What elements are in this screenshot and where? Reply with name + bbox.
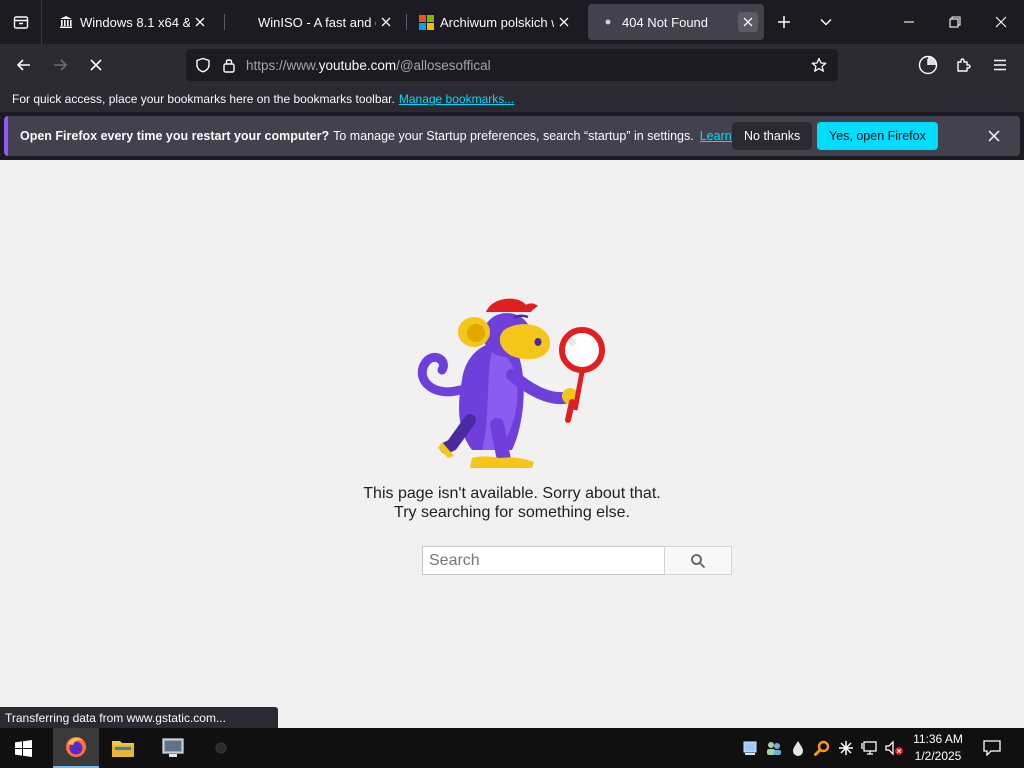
folder-icon — [112, 741, 134, 757]
lock-icon[interactable] — [220, 56, 238, 74]
back-button[interactable] — [8, 49, 40, 81]
notification-center-icon[interactable] — [982, 738, 1002, 758]
tab-title: WinISO - A fast and co — [258, 14, 376, 30]
restore-icon — [949, 16, 961, 28]
windows-logo-icon — [418, 14, 434, 30]
puzzle-icon — [957, 58, 971, 72]
firefox-icon — [66, 737, 86, 757]
tab-title: Windows 8.1 x64 & x86 — [80, 14, 190, 30]
network-icon[interactable] — [860, 738, 880, 758]
yes-open-firefox-button[interactable]: Yes, open Firefox — [817, 122, 938, 150]
search-input[interactable]: Search — [422, 546, 665, 575]
error-line-2: Try searching for something else. — [394, 504, 630, 521]
computer-icon — [162, 738, 184, 757]
error-line-1: This page isn't available. Sorry about t… — [363, 485, 661, 502]
tray-search-tool-icon[interactable] — [812, 738, 832, 758]
tab-archiwum[interactable]: Archiwum polskich we — [406, 4, 580, 40]
firefox-view-button[interactable] — [0, 0, 42, 44]
page-content: This page isn't available. Sorry about t… — [0, 160, 1024, 728]
url-domain: youtube.com — [318, 57, 397, 73]
restore-button[interactable] — [932, 0, 978, 44]
close-icon[interactable] — [376, 12, 396, 32]
no-thanks-button[interactable]: No thanks — [732, 122, 813, 150]
dot-icon — [600, 14, 616, 30]
tab-winiso[interactable]: WinISO - A fast and co — [232, 4, 402, 40]
url-path: /@allosesoffical — [396, 57, 491, 73]
search-button[interactable] — [664, 546, 732, 575]
monkey-illustration — [417, 298, 605, 468]
url-prefix: https://www. — [246, 57, 319, 73]
list-all-tabs-button[interactable] — [812, 8, 840, 36]
menu-button[interactable] — [984, 49, 1016, 81]
notification-text: To manage your Startup preferences, sear… — [333, 129, 694, 143]
manage-bookmarks-link[interactable]: Manage bookmarks... — [399, 92, 514, 106]
tab-title: Archiwum polskich we — [440, 14, 554, 30]
navigation-toolbar: https://www.youtube.com/@allosesoffical — [0, 44, 1024, 86]
arrow-right-icon — [54, 59, 68, 71]
close-icon — [988, 130, 1000, 142]
clock-time: 11:36 AM — [913, 732, 963, 746]
stop-button[interactable] — [80, 49, 112, 81]
close-icon[interactable] — [554, 12, 574, 32]
tray-asterisk-icon[interactable] — [836, 738, 856, 758]
chevron-down-icon — [820, 18, 832, 26]
tab-windows81[interactable]: Windows 8.1 x64 & x86 — [46, 4, 216, 40]
account-button[interactable] — [912, 49, 944, 81]
close-notification-button[interactable] — [980, 122, 1008, 150]
taskbar-app[interactable] — [150, 728, 196, 768]
status-panel: Transferring data from www.gstatic.com..… — [0, 707, 278, 728]
start-button[interactable] — [0, 728, 46, 768]
tab-strip: Windows 8.1 x64 & x86 WinISO - A fast an… — [0, 0, 1024, 44]
close-icon[interactable] — [190, 12, 210, 32]
taskbar-firefox[interactable] — [53, 728, 99, 768]
tab-title: 404 Not Found — [622, 14, 709, 30]
stop-icon — [90, 59, 102, 71]
search-icon — [691, 553, 706, 568]
taskbar-file-explorer[interactable] — [100, 728, 146, 768]
shield-icon[interactable] — [194, 56, 212, 74]
extensions-button[interactable] — [948, 49, 980, 81]
hamburger-menu-icon — [994, 59, 1006, 71]
close-icon — [995, 16, 1007, 28]
bookmarks-hint: For quick access, place your bookmarks h… — [12, 92, 395, 106]
close-window-button[interactable] — [978, 0, 1024, 44]
tab-404-not-found[interactable]: 404 Not Found — [588, 4, 764, 40]
url-bar[interactable]: https://www.youtube.com/@allosesoffical — [186, 49, 838, 81]
clock-date: 1/2/2025 — [914, 749, 962, 763]
notification-heading: Open Firefox every time you restart your… — [20, 129, 330, 143]
url-text[interactable]: https://www.youtube.com/@allosesoffical — [246, 58, 491, 73]
tray-monitor-icon[interactable] — [740, 738, 760, 758]
bookmarks-toolbar: For quick access, place your bookmarks h… — [0, 86, 1024, 112]
tab-separator — [224, 14, 225, 30]
firefox-view-icon — [13, 16, 28, 29]
minimize-icon — [904, 21, 914, 23]
tray-drop-icon[interactable] — [788, 738, 808, 758]
windows-taskbar: 11:36 AM 1/2/2025 — [0, 728, 1024, 768]
star-icon[interactable] — [810, 56, 828, 74]
app-icon — [215, 742, 227, 754]
volume-muted-icon[interactable] — [884, 738, 904, 758]
minimize-button[interactable] — [886, 0, 932, 44]
museum-icon — [58, 14, 74, 30]
arrow-left-icon — [16, 59, 30, 71]
close-icon[interactable] — [738, 12, 758, 32]
forward-button[interactable] — [44, 49, 76, 81]
taskbar-app-dim[interactable] — [198, 728, 244, 768]
tray-people-icon[interactable] — [764, 738, 784, 758]
taskbar-clock[interactable]: 11:36 AM 1/2/2025 — [902, 731, 974, 765]
new-tab-button[interactable] — [770, 8, 798, 36]
account-icon — [918, 55, 938, 75]
error-message: This page isn't available. Sorry about t… — [312, 484, 712, 522]
plus-icon — [778, 16, 790, 28]
windows-start-icon — [14, 739, 32, 757]
